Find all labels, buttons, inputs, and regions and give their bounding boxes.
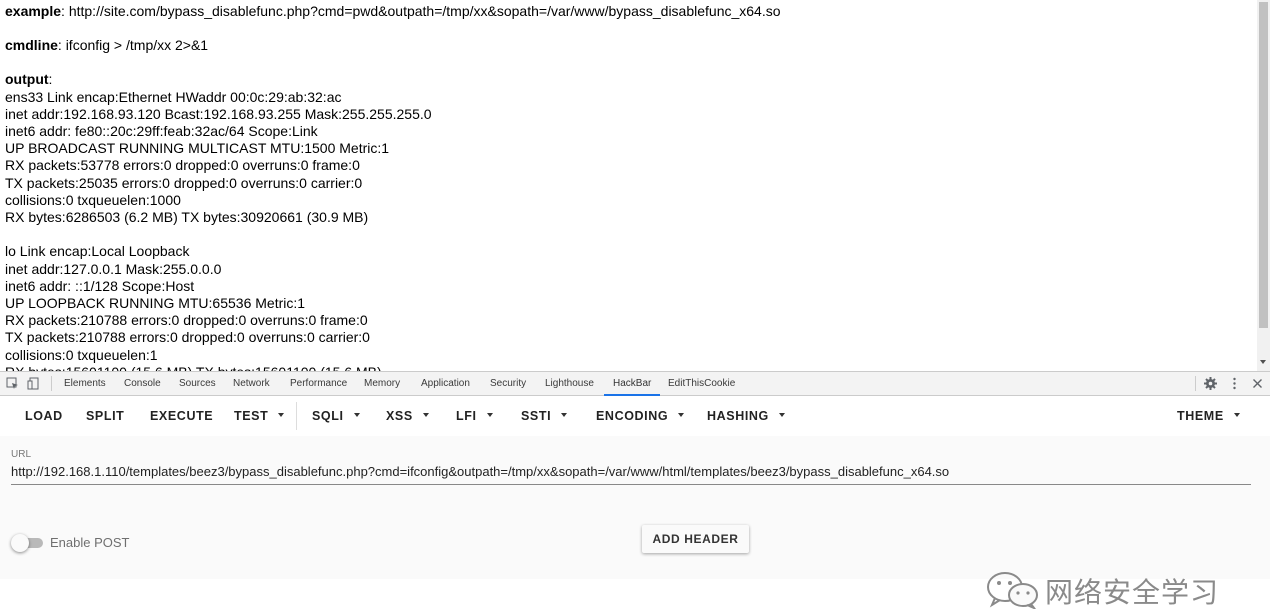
url-label: URL (11, 449, 32, 460)
example-value: http://site.com/bypass_disablefunc.php?c… (68, 3, 781, 19)
hackbar-toolbar: LOAD SPLIT EXECUTE TEST SQLI XSS LFI SSTI ENCODI… (0, 396, 1270, 436)
output-line: inet6 addr: fe80::20c:29ff:feab:32ac/64 … (5, 123, 318, 140)
output-line: ens33 Link encap:Ethernet HWaddr 00:0c:2… (5, 88, 342, 105)
load-button[interactable]: LOAD (25, 396, 63, 436)
watermark-text: 网络安全学习 (1045, 576, 1220, 609)
page-scrollbar[interactable] (1257, 0, 1270, 371)
dropdown-caret-icon (422, 412, 429, 417)
dropdown-caret-icon (1233, 412, 1240, 417)
dropdown-caret-icon (486, 412, 493, 417)
add-header-button[interactable]: ADD HEADER (642, 525, 749, 553)
output-heading: output: (5, 71, 53, 88)
output-line: UP BROADCAST RUNNING MULTICAST MTU:1500 … (5, 140, 390, 157)
load-button-label: LOAD (25, 409, 63, 423)
tab-lighthouse[interactable]: Lighthouse (545, 372, 594, 395)
devtools-panel: Elements Console Sources Network Performance… (0, 371, 1270, 609)
output-line: RX bytes:6286503 (6.2 MB) TX bytes:30920… (5, 209, 369, 226)
tab-hackbar[interactable]: HackBar (604, 372, 661, 396)
tab-editthiscookie[interactable]: EditThisCookie (668, 372, 735, 395)
encoding-button[interactable]: ENCODING (596, 396, 685, 436)
scrollbar-thumb[interactable] (1259, 2, 1268, 328)
tab-memory[interactable]: Memory (364, 372, 400, 395)
inspect-element-icon[interactable] (6, 377, 19, 390)
hackbar-body: URL http://192.168.1.110/templates/beez3… (0, 436, 1270, 609)
execute-button-label: EXECUTE (150, 409, 214, 423)
output-line: inet6 addr: ::1/128 Scope:Host (5, 277, 195, 294)
watermark: 网络安全学习 (985, 569, 1235, 609)
tab-elements[interactable]: Elements (64, 372, 106, 395)
page-content: example: http://site.com/bypass_disablef… (5, 3, 781, 371)
theme-button-label: THEME (1177, 409, 1224, 423)
wechat-logo-icon (987, 572, 1038, 609)
enable-post-toggle[interactable]: Enable POST (11, 534, 141, 552)
enable-post-label: Enable POST (50, 535, 130, 550)
xss-button-label: XSS (386, 409, 413, 423)
scroll-down-arrow-icon[interactable] (1260, 360, 1266, 364)
toolbar-divider (296, 402, 297, 430)
output-line: TX packets:25035 errors:0 dropped:0 over… (5, 174, 363, 191)
dropdown-caret-icon (678, 412, 685, 417)
tab-performance[interactable]: Performance (290, 372, 347, 395)
split-button-label: SPLIT (86, 409, 125, 423)
tab-security[interactable]: Security (490, 372, 526, 395)
more-vertical-icon[interactable] (1228, 377, 1241, 390)
execute-button[interactable]: EXECUTE (150, 396, 213, 436)
output-line: collisions:0 txqueuelen:1000 (5, 191, 181, 208)
sqli-button-label: SQLI (312, 409, 344, 423)
dropdown-caret-icon (278, 412, 285, 417)
dropdown-caret-icon (353, 412, 360, 417)
hashing-button[interactable]: HASHING (707, 396, 785, 436)
output-line: RX packets:53778 errors:0 dropped:0 over… (5, 157, 360, 174)
test-button[interactable]: TEST (234, 396, 285, 436)
output-block: ens33 Link encap:Ethernet HWaddr 00:0c:2… (5, 89, 781, 371)
output-line: TX packets:210788 errors:0 dropped:0 ove… (5, 329, 370, 346)
hashing-button-label: HASHING (707, 409, 769, 423)
example-line: example: http://site.com/bypass_disablef… (5, 3, 781, 19)
output-line: UP LOOPBACK RUNNING MTU:65536 Metric:1 (5, 295, 306, 312)
close-icon[interactable] (1251, 377, 1264, 390)
output-line: inet addr:192.168.93.120 Bcast:192.168.9… (5, 105, 432, 122)
lfi-button[interactable]: LFI (456, 396, 493, 436)
lfi-button-label: LFI (456, 409, 477, 423)
toggle-knob[interactable] (11, 534, 29, 552)
device-toolbar-icon[interactable] (27, 377, 40, 390)
page-viewport: example: http://site.com/bypass_disablef… (0, 0, 1257, 371)
tab-application[interactable]: Application (421, 372, 470, 395)
sqli-button[interactable]: SQLI (312, 396, 360, 436)
output-line: collisions:0 txqueuelen:1 (5, 346, 158, 363)
tab-sources[interactable]: Sources (179, 372, 216, 395)
url-input[interactable]: http://192.168.1.110/templates/beez3/byp… (11, 463, 1251, 485)
tab-console[interactable]: Console (124, 372, 161, 395)
devtools-tab-bar: Elements Console Sources Network Performance… (0, 372, 1270, 396)
settings-gear-icon[interactable] (1204, 377, 1217, 390)
cmdline-line: cmdline: ifconfig > /tmp/xx 2>&1 (5, 37, 209, 54)
dropdown-caret-icon (561, 412, 568, 417)
xss-button[interactable]: XSS (386, 396, 429, 436)
cmdline-label: cmdline (5, 37, 58, 54)
output-line: RX packets:210788 errors:0 dropped:0 ove… (5, 312, 368, 329)
ssti-button-label: SSTI (521, 409, 552, 423)
example-label: example (5, 3, 62, 19)
tab-network[interactable]: Network (233, 372, 270, 395)
encoding-button-label: ENCODING (596, 409, 669, 423)
test-button-label: TEST (234, 409, 269, 423)
output-line: inet addr:127.0.0.1 Mask:255.0.0.0 (5, 260, 222, 277)
output-line: lo Link encap:Local Loopback (5, 243, 190, 260)
ssti-button[interactable]: SSTI (521, 396, 568, 436)
cmdline-value: ifconfig > /tmp/xx 2>&1 (65, 37, 209, 54)
theme-button[interactable]: THEME (1177, 396, 1240, 436)
dropdown-caret-icon (778, 412, 785, 417)
output-label: output (5, 71, 49, 88)
output-line: RX bytes:15601100 (15.6 MB) TX bytes:156… (5, 364, 781, 371)
split-button[interactable]: SPLIT (86, 396, 124, 436)
